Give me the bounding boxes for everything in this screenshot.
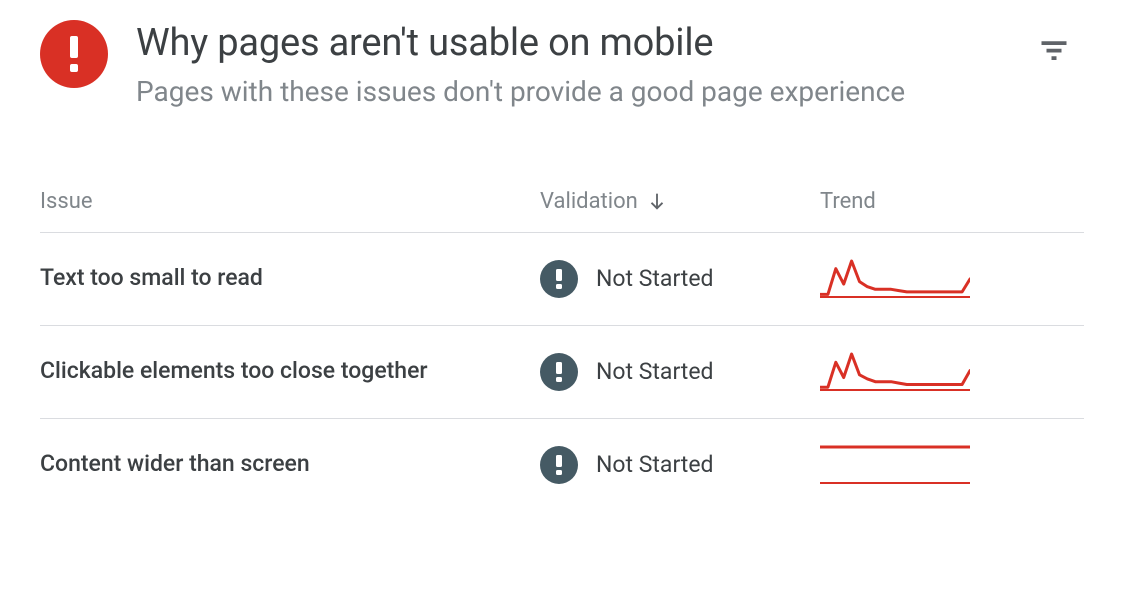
validation-cell: Not Started (540, 260, 820, 298)
sort-descending-icon (646, 190, 668, 212)
trend-sparkline (820, 445, 970, 485)
page-title: Why pages aren't usable on mobile (136, 20, 1006, 68)
table-header-row: Issue Validation Trend (40, 171, 1084, 232)
issue-name: Clickable elements too close together (40, 354, 540, 389)
validation-cell: Not Started (540, 446, 820, 484)
error-icon (40, 20, 108, 88)
filter-button[interactable] (1034, 30, 1074, 70)
filter-icon (1039, 35, 1069, 65)
column-header-issue[interactable]: Issue (40, 189, 540, 214)
status-not-started-icon (540, 446, 578, 484)
issues-table-body: Text too small to readNot StartedClickab… (40, 232, 1084, 511)
issue-name: Content wider than screen (40, 447, 540, 482)
column-header-validation[interactable]: Validation (540, 189, 820, 214)
validation-status-label: Not Started (596, 265, 714, 292)
table-row[interactable]: Text too small to read Not Started (40, 232, 1084, 325)
table-row[interactable]: Clickable elements too close together Not… (40, 325, 1084, 418)
page-subtitle: Pages with these issues don't provide a … (136, 72, 1006, 111)
status-not-started-icon (540, 353, 578, 391)
column-header-validation-label: Validation (540, 189, 638, 214)
validation-status-label: Not Started (596, 451, 714, 478)
column-header-trend[interactable]: Trend (820, 189, 1084, 214)
trend-cell (820, 445, 1084, 485)
validation-status-label: Not Started (596, 358, 714, 385)
page-header: Why pages aren't usable on mobile Pages … (40, 20, 1084, 111)
trend-cell (820, 259, 1084, 299)
trend-cell (820, 352, 1084, 392)
validation-cell: Not Started (540, 353, 820, 391)
issue-name: Text too small to read (40, 261, 540, 296)
status-not-started-icon (540, 260, 578, 298)
trend-sparkline (820, 352, 970, 392)
trend-sparkline (820, 259, 970, 299)
table-row[interactable]: Content wider than screen Not Started (40, 418, 1084, 511)
